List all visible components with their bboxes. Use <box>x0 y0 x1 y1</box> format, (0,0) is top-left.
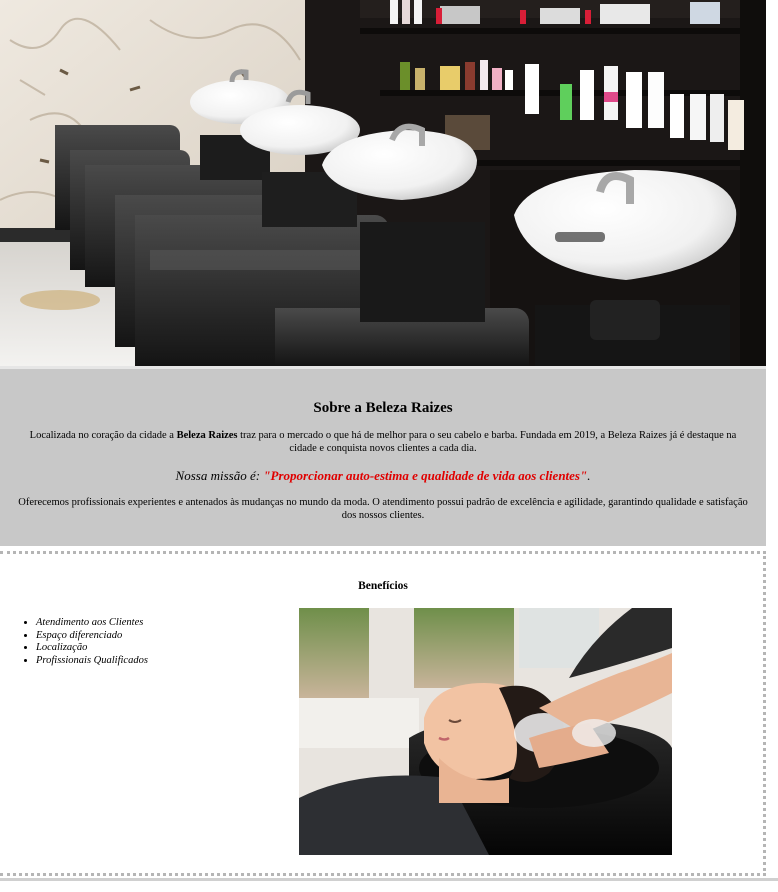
section-divider <box>0 366 766 369</box>
mission-quote: "Proporcionar auto-estima e qualidade de… <box>263 468 588 483</box>
benefits-section: Benefícios Atendimento aos Clientes Espa… <box>0 551 766 876</box>
benefits-list: Atendimento aos Clientes Espaço diferenc… <box>20 617 148 667</box>
hair-wash-image <box>299 608 672 855</box>
about-title: Sobre a Beleza Raizes <box>313 400 453 416</box>
hero-edge <box>766 0 778 366</box>
benefit-item: Espaço diferenciado <box>36 630 148 643</box>
benefit-item: Atendimento aos Clientes <box>36 617 148 630</box>
brand-name: Beleza Raizes <box>176 430 238 441</box>
intro-text-before: Localizada no coração da cidade a <box>29 430 177 441</box>
benefits-title: Benefícios <box>358 580 408 592</box>
about-section: Sobre a Beleza Raizes Localizada no cora… <box>0 366 766 546</box>
salon-wash-stations-illustration <box>0 0 766 366</box>
mission-statement: Nossa missão é: "Proporcionar auto-estim… <box>0 468 766 484</box>
hair-wash-illustration <box>299 608 672 855</box>
about-intro: Localizada no coração da cidade a Beleza… <box>18 429 748 455</box>
hero-image <box>0 0 766 366</box>
page-bottom-divider <box>0 878 778 881</box>
benefit-item: Profissionais Qualificados <box>36 655 148 668</box>
mission-end: . <box>587 468 591 483</box>
benefit-item: Localização <box>36 642 148 655</box>
mission-label: Nossa missão é: <box>175 468 264 483</box>
about-offer: Oferecemos profissionais experientes e a… <box>18 497 748 521</box>
intro-text-after: traz para o mercado o que há de melhor p… <box>237 430 737 454</box>
